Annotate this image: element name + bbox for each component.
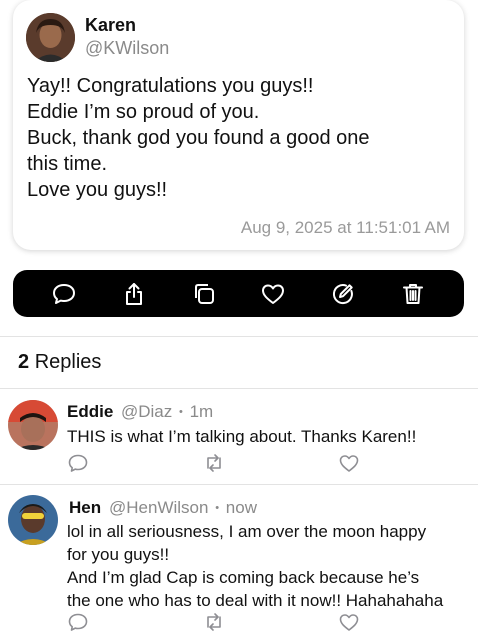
reply-time: 1m [189, 402, 214, 421]
reply-line: for you guys!! [67, 545, 170, 564]
post-timestamp: Aug 9, 2025 at 11:51:01 AM [240, 218, 450, 237]
post-line: Buck, thank god you found a good one [27, 127, 370, 149]
reply-actions [67, 452, 367, 474]
delete-icon [403, 283, 424, 304]
reply-item[interactable]: Hen @HenWilson • now lol in all seriousn… [0, 485, 478, 640]
post-body: Yay!! Congratulations you guys!! Eddie I… [27, 73, 452, 203]
post-author-handle: @KWilson [85, 38, 170, 58]
reply-icon [52, 283, 75, 304]
reply-comment-icon[interactable] [67, 452, 89, 474]
reply-line: THIS is what I’m talking about. Thanks K… [67, 427, 417, 446]
reply-author-name: Hen [69, 498, 102, 517]
post-action-toolbar [13, 270, 464, 317]
like-icon [262, 284, 285, 304]
reply-author-handle: @HenWilson [109, 498, 209, 517]
reply-item[interactable]: Eddie @Diaz • 1m THIS is what I’m talkin… [0, 389, 478, 484]
eddie-avatar[interactable] [8, 400, 58, 450]
reply-line: the one who has to deal with it now!! Ha… [67, 591, 444, 610]
hen-avatar[interactable] [8, 495, 58, 545]
reply-meta: @HenWilson • now [109, 498, 257, 518]
like-button[interactable] [257, 278, 289, 310]
reply-time: now [225, 498, 257, 517]
karen-avatar[interactable] [26, 13, 75, 62]
reply-line: And I’m glad Cap is coming back because … [67, 568, 420, 587]
replies-label: Replies [34, 351, 102, 373]
reply-like-icon[interactable] [338, 452, 360, 474]
edit-button[interactable] [327, 278, 359, 310]
repost-icon[interactable] [203, 452, 225, 474]
post-line: Yay!! Congratulations you guys!! [27, 75, 314, 97]
meta-separator: • [179, 406, 183, 418]
copy-button[interactable] [188, 278, 220, 310]
share-button[interactable] [118, 278, 150, 310]
edit-icon [333, 283, 354, 304]
reply-actions [67, 611, 367, 633]
reply-meta: @Diaz • 1m [121, 402, 213, 422]
post-line: Eddie I’m so proud of you. [27, 101, 260, 123]
reply-author-handle: @Diaz [121, 402, 173, 421]
delete-button[interactable] [397, 278, 429, 310]
repost-icon[interactable] [203, 611, 225, 633]
replies-heading: 2 Replies [18, 351, 101, 374]
reply-like-icon[interactable] [338, 611, 360, 633]
meta-separator: • [215, 502, 220, 514]
share-icon [125, 282, 142, 305]
replies-count: 2 [18, 351, 30, 373]
post-line: Love you guys!! [27, 179, 168, 201]
reply-body: THIS is what I’m talking about. Thanks K… [67, 425, 472, 448]
reply-body: lol in all seriousness, I am over the mo… [67, 520, 472, 612]
post-author-name: Karen [85, 15, 137, 35]
reply-line: lol in all seriousness, I am over the mo… [67, 522, 427, 541]
reply-comment-icon[interactable] [67, 611, 89, 633]
post-line: this time. [27, 153, 108, 175]
post-card: Karen @KWilson Yay!! Congratulations you… [13, 0, 464, 250]
reply-author-name: Eddie [67, 402, 114, 421]
copy-icon [194, 283, 214, 304]
reply-button[interactable] [48, 278, 80, 310]
section-divider [0, 336, 478, 337]
